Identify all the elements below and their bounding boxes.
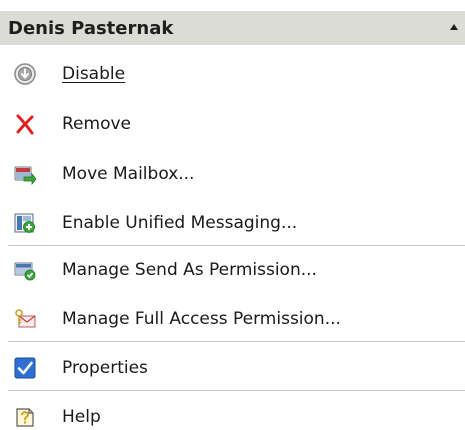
send-as-permission-icon bbox=[13, 258, 37, 282]
action-label: Remove bbox=[62, 114, 131, 134]
move-mailbox-icon bbox=[13, 162, 37, 186]
properties-icon bbox=[13, 356, 37, 380]
separator bbox=[8, 341, 465, 342]
action-help[interactable]: Help bbox=[0, 399, 465, 430]
actions-pane: Denis Pasternak Disable Remove Move Mail… bbox=[0, 0, 465, 430]
action-move-mailbox[interactable]: Move Mailbox... bbox=[0, 156, 465, 192]
full-access-permission-icon bbox=[13, 307, 37, 331]
action-label: Help bbox=[62, 407, 101, 427]
action-manage-full-access-permission[interactable]: Manage Full Access Permission... bbox=[0, 301, 465, 337]
remove-icon bbox=[13, 112, 37, 136]
action-disable[interactable]: Disable bbox=[0, 56, 465, 92]
separator bbox=[8, 245, 465, 246]
help-icon bbox=[13, 405, 37, 429]
action-remove[interactable]: Remove bbox=[0, 106, 465, 142]
disable-icon bbox=[13, 62, 37, 86]
action-manage-send-as-permission[interactable]: Manage Send As Permission... bbox=[0, 252, 465, 288]
action-label: Manage Send As Permission... bbox=[62, 260, 317, 280]
action-label: Properties bbox=[62, 358, 148, 378]
action-label: Move Mailbox... bbox=[62, 164, 195, 184]
action-label: Enable Unified Messaging... bbox=[62, 213, 298, 233]
action-label: Manage Full Access Permission... bbox=[62, 309, 341, 329]
action-properties[interactable]: Properties bbox=[0, 350, 465, 386]
action-enable-unified-messaging[interactable]: Enable Unified Messaging... bbox=[0, 205, 465, 241]
action-label: Disable bbox=[62, 64, 126, 84]
pane-title: Denis Pasternak bbox=[8, 17, 174, 39]
unified-messaging-icon bbox=[13, 211, 37, 235]
actions-pane-header[interactable]: Denis Pasternak bbox=[0, 11, 465, 45]
separator bbox=[8, 390, 465, 391]
collapse-arrow-icon[interactable] bbox=[450, 24, 458, 30]
